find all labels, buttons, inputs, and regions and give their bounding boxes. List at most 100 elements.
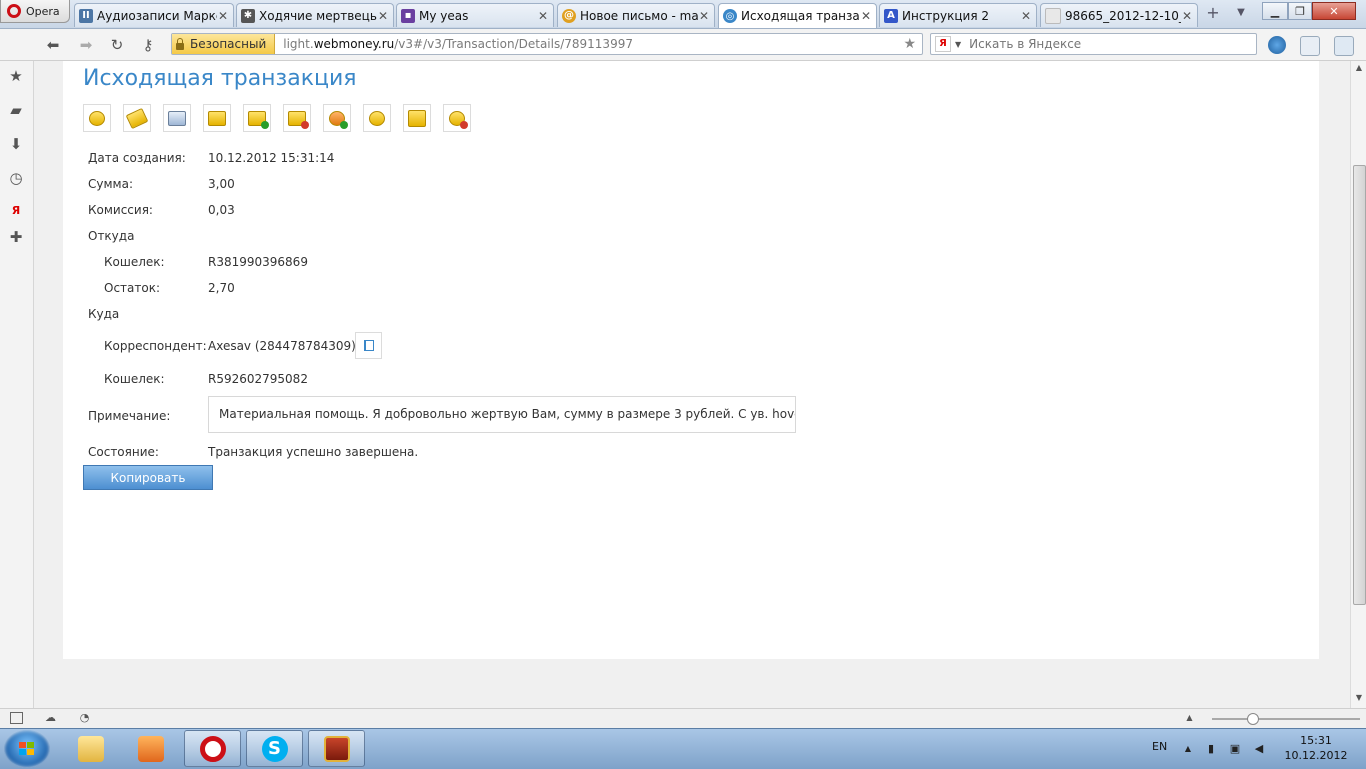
scroll-up-icon[interactable]: ▲ xyxy=(1354,63,1364,75)
key-icon[interactable]: ⚷ xyxy=(138,35,158,55)
chevron-down-icon[interactable]: ▼ xyxy=(955,40,961,49)
taskbar-explorer[interactable] xyxy=(62,730,119,767)
transfer-button[interactable] xyxy=(443,104,471,132)
tab-my-yeas[interactable]: ▪ My yeas ✕ xyxy=(396,3,554,27)
fee-value: 0,03 xyxy=(208,203,235,217)
opera-menu-button[interactable]: Opera xyxy=(0,0,70,23)
language-indicator[interactable]: EN xyxy=(1152,740,1167,753)
bookmarks-star-icon[interactable]: ★ xyxy=(8,68,24,84)
url-prefix: light. xyxy=(283,37,314,51)
invoice-add-button[interactable] xyxy=(243,104,271,132)
bookmark-button[interactable] xyxy=(403,104,431,132)
close-icon[interactable]: ✕ xyxy=(537,9,549,23)
forward-arrow-icon[interactable]: ➡ xyxy=(76,35,96,55)
tab-new-mail[interactable]: @ Новое письмо - ma... ✕ xyxy=(557,3,715,27)
add-contact-button[interactable] xyxy=(323,104,351,132)
new-tab-button[interactable]: + xyxy=(1205,5,1221,22)
notes-icon[interactable]: ▰ xyxy=(8,102,24,118)
users-icon xyxy=(89,110,105,126)
bookmark-star-icon[interactable]: ★ xyxy=(903,36,916,52)
minimize-button[interactable]: ▁ xyxy=(1262,2,1288,20)
tab-audio[interactable]: II Аудиозаписи Марке... ✕ xyxy=(74,3,234,27)
cloud-icon[interactable]: ☁ xyxy=(44,712,57,724)
status-label: Состояние: xyxy=(88,445,159,459)
back-arrow-icon[interactable]: ⬅ xyxy=(43,35,63,55)
opera-icon xyxy=(199,735,226,762)
users-button[interactable] xyxy=(83,104,111,132)
bookmark-icon xyxy=(408,109,426,127)
network-icon[interactable]: ▣ xyxy=(1228,742,1242,756)
tab-list-chevron-icon[interactable]: ▼ xyxy=(1234,7,1248,18)
security-badge[interactable]: Безопасный xyxy=(172,34,276,54)
side-panel: ★ ▰ ⬇ ◷ Я ✚ xyxy=(0,61,34,708)
start-button[interactable] xyxy=(4,730,50,768)
tab-title: Ходячие мертвецы ... xyxy=(259,8,377,23)
clock-date: 10.12.2012 xyxy=(1284,749,1348,762)
correspondent-tree-button[interactable] xyxy=(355,332,382,359)
taskbar-skype[interactable]: S xyxy=(246,730,303,767)
close-icon[interactable]: ✕ xyxy=(860,9,872,23)
url-text[interactable]: light.webmoney.ru/v3#/v3/Transaction/Det… xyxy=(275,37,633,51)
scroll-thumb[interactable] xyxy=(1353,165,1366,605)
vertical-scrollbar[interactable]: ▲ ▼ xyxy=(1350,61,1366,708)
volume-icon[interactable]: ◀ xyxy=(1252,742,1266,756)
signal-icon[interactable]: ▮ xyxy=(1204,742,1218,756)
edit-button[interactable] xyxy=(123,104,151,132)
correspondent-label: Корреспондент: xyxy=(104,339,207,353)
windows-logo-icon xyxy=(19,742,35,756)
game-icon xyxy=(323,735,350,762)
close-icon[interactable]: ✕ xyxy=(377,9,389,23)
invoice-remove-button[interactable] xyxy=(283,104,311,132)
mail-icon: @ xyxy=(562,8,576,23)
address-field[interactable]: Безопасный light.webmoney.ru/v3#/v3/Tran… xyxy=(171,33,923,55)
panel-toggle-icon[interactable] xyxy=(10,712,23,724)
search-field[interactable]: Я ▼ xyxy=(930,33,1257,55)
clock-time: 15:31 xyxy=(1300,734,1332,747)
message-button[interactable] xyxy=(203,104,231,132)
page-title: Исходящая транзакция xyxy=(83,66,357,91)
contact-key-button[interactable] xyxy=(363,104,391,132)
search-input[interactable] xyxy=(967,36,1252,52)
tab-title: Новое письмо - ma... xyxy=(580,8,698,23)
restore-button[interactable]: ❐ xyxy=(1288,2,1312,20)
close-icon[interactable]: ✕ xyxy=(698,9,710,23)
tab-walking-dead[interactable]: ✱ Ходячие мертвецы ... ✕ xyxy=(236,3,394,27)
taskbar-opera[interactable] xyxy=(184,730,241,767)
zoom-slider[interactable] xyxy=(1212,718,1360,720)
scroll-down-icon[interactable]: ▼ xyxy=(1354,693,1364,705)
yandex-icon[interactable]: Я xyxy=(8,203,24,219)
opera-logo-icon xyxy=(7,4,21,18)
print-button[interactable] xyxy=(163,104,191,132)
view-up-icon[interactable]: ▲ xyxy=(1183,712,1196,724)
system-clock[interactable]: 15:31 10.12.2012 xyxy=(1280,733,1352,763)
note-field: Материальная помощь. Я добровольно жертв… xyxy=(208,396,796,433)
close-icon[interactable]: ✕ xyxy=(1020,9,1032,23)
speed-dial-icon[interactable]: ◔ xyxy=(78,712,91,724)
reload-icon[interactable]: ↻ xyxy=(107,35,127,55)
taskbar-media-player[interactable] xyxy=(122,730,179,767)
downloads-icon[interactable]: ⬇ xyxy=(8,136,24,152)
mail-client-icon[interactable] xyxy=(1334,36,1354,56)
tab-image-file[interactable]: 98665_2012-12-10_13... ✕ xyxy=(1040,3,1198,27)
balance-label: Остаток: xyxy=(104,281,161,295)
fee-label: Комиссия: xyxy=(88,203,153,217)
close-icon[interactable]: ✕ xyxy=(217,9,229,23)
page-tools-icon[interactable] xyxy=(1300,36,1320,56)
transaction-card: Исходящая транзакция Дата создания: 10.1… xyxy=(63,61,1319,659)
close-window-button[interactable]: ✕ xyxy=(1312,2,1356,20)
copy-button[interactable]: Копировать xyxy=(83,465,213,490)
tab-title: Исходящая транзак... xyxy=(741,9,860,23)
tab-instruction[interactable]: A Инструкция 2 ✕ xyxy=(879,3,1037,27)
contact-key-icon xyxy=(369,110,385,126)
zoom-slider-handle[interactable] xyxy=(1247,713,1259,725)
taskbar-app[interactable] xyxy=(308,730,365,767)
tab-outgoing-transaction[interactable]: ◎ Исходящая транзак... ✕ xyxy=(718,3,877,28)
tray-expand-icon[interactable]: ▲ xyxy=(1181,742,1195,756)
history-icon[interactable]: ◷ xyxy=(8,170,24,186)
add-panel-icon[interactable]: ✚ xyxy=(8,229,24,245)
close-icon[interactable]: ✕ xyxy=(1181,9,1193,23)
status-value: Транзакция успешно завершена. xyxy=(208,445,419,459)
lock-icon xyxy=(176,37,184,50)
invoice-add-icon xyxy=(248,110,269,129)
globe-icon[interactable] xyxy=(1268,36,1286,54)
